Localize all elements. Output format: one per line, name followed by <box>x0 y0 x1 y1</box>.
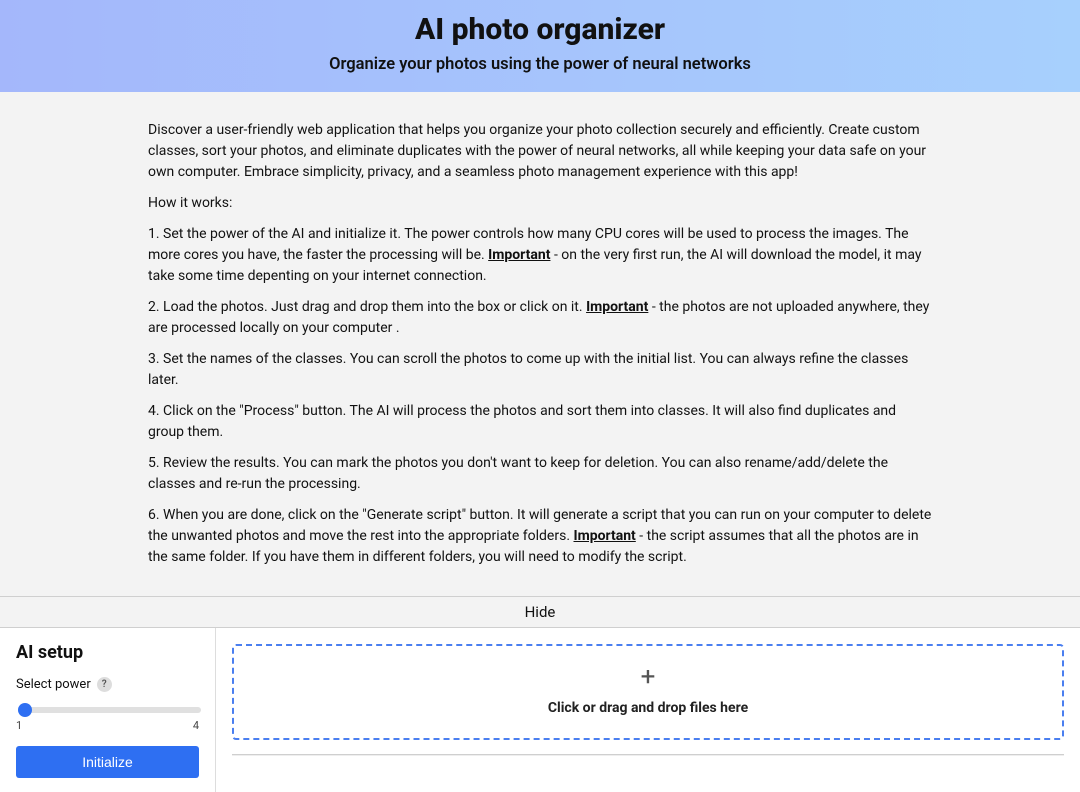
divider <box>232 754 1064 755</box>
initialize-button[interactable]: Initialize <box>16 746 199 778</box>
important-label: Important <box>574 528 636 544</box>
intro-section: Discover a user-friendly web application… <box>0 92 1080 596</box>
step-6: 6. When you are done, click on the "Gene… <box>148 505 932 568</box>
step-2: 2. Load the photos. Just drag and drop t… <box>148 297 932 339</box>
file-dropzone[interactable]: + Click or drag and drop files here <box>232 644 1064 740</box>
select-power-label: Select power <box>16 677 91 692</box>
slider-max-label: 4 <box>193 719 199 732</box>
page-subtitle: Organize your photos using the power of … <box>0 55 1080 74</box>
important-label: Important <box>586 299 648 315</box>
hero-banner: AI photo organizer Organize your photos … <box>0 0 1080 92</box>
step-4: 4. Click on the "Process" button. The AI… <box>148 401 932 443</box>
plus-icon: + <box>234 664 1062 690</box>
ai-setup-heading: AI setup <box>16 642 199 663</box>
upload-panel: + Click or drag and drop files here <box>216 628 1080 792</box>
power-slider[interactable] <box>18 707 201 713</box>
step-3: 3. Set the names of the classes. You can… <box>148 349 932 391</box>
hide-toggle[interactable]: Hide <box>0 596 1080 628</box>
main-area: AI setup Select power ? 1 4 Initialize +… <box>0 628 1080 792</box>
intro-blurb: Discover a user-friendly web application… <box>148 120 932 183</box>
how-it-works-header: How it works: <box>148 193 932 214</box>
help-icon[interactable]: ? <box>97 677 112 692</box>
dropzone-text: Click or drag and drop files here <box>234 700 1062 716</box>
page-title: AI photo organizer <box>0 12 1080 47</box>
ai-setup-panel: AI setup Select power ? 1 4 Initialize <box>0 628 216 792</box>
step-1: 1. Set the power of the AI and initializ… <box>148 224 932 287</box>
step-5: 5. Review the results. You can mark the … <box>148 453 932 495</box>
important-label: Important <box>488 247 550 263</box>
step-2-pre: 2. Load the photos. Just drag and drop t… <box>148 299 586 315</box>
slider-min-label: 1 <box>16 719 22 732</box>
